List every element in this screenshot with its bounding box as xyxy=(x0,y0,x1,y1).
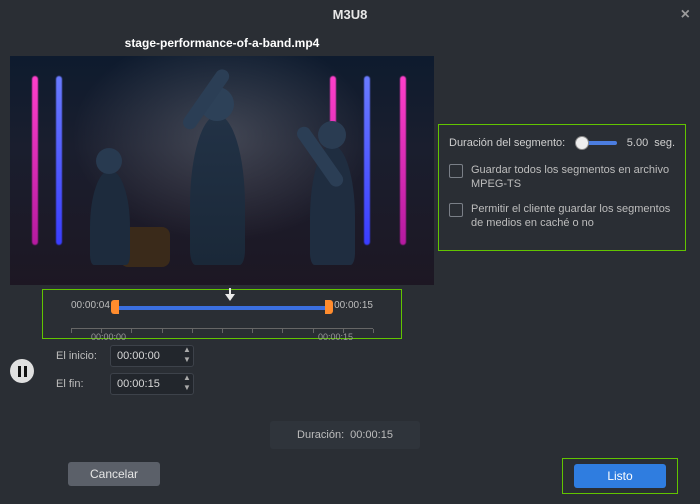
chevron-down-icon[interactable]: ▼ xyxy=(181,356,193,366)
segment-duration-value: 5.00 xyxy=(627,137,648,149)
duration-readout: Duración: 00:00:15 xyxy=(270,421,420,449)
end-time-field[interactable] xyxy=(111,378,181,390)
allow-cache-checkbox[interactable] xyxy=(449,203,463,217)
segment-duration-slider[interactable] xyxy=(575,141,617,145)
total-time-label: 00:00:15 xyxy=(334,300,373,311)
window-title: M3U8 xyxy=(333,7,368,22)
save-mpegts-label: Guardar todos los segmentos en archivo M… xyxy=(471,163,675,192)
start-time-stepper[interactable]: ▲▼ xyxy=(110,345,194,367)
trim-range[interactable] xyxy=(111,306,333,310)
allow-cache-label: Permitir el cliente guardar los segmento… xyxy=(471,202,675,231)
file-name: stage-performance-of-a-band.mp4 xyxy=(6,30,438,56)
segment-settings-panel: Duración del segmento: 5.00 seg. Guardar… xyxy=(438,124,686,251)
segment-duration-label: Duración del segmento: xyxy=(449,137,565,149)
trim-handle-left[interactable] xyxy=(111,300,119,314)
ruler-start-label: 00:00:00 xyxy=(91,332,126,342)
pause-button[interactable] xyxy=(10,359,34,383)
start-time-field[interactable] xyxy=(111,350,181,362)
trim-handle-right[interactable] xyxy=(325,300,333,314)
video-preview[interactable] xyxy=(10,56,434,285)
start-label: El inicio: xyxy=(56,350,102,362)
ok-button[interactable]: Listo xyxy=(574,464,666,488)
duration-label: Duración: xyxy=(297,429,344,441)
slider-knob[interactable] xyxy=(575,136,589,150)
pause-icon xyxy=(18,366,27,377)
video-frame xyxy=(10,56,434,285)
cancel-button[interactable]: Cancelar xyxy=(68,462,160,486)
playhead-icon[interactable] xyxy=(225,294,235,301)
end-time-stepper[interactable]: ▲▼ xyxy=(110,373,194,395)
current-time-label: 00:00:04 xyxy=(71,300,110,311)
chevron-down-icon[interactable]: ▼ xyxy=(181,384,193,394)
ok-button-highlight: Listo xyxy=(562,458,678,494)
ruler-end-label: 00:00:15 xyxy=(318,332,353,342)
save-mpegts-checkbox[interactable] xyxy=(449,164,463,178)
end-label: El fin: xyxy=(56,378,102,390)
timeline-panel: 00:00:04 00:00:15 00:00:00 00:00:15 xyxy=(42,289,402,339)
close-icon[interactable]: × xyxy=(681,0,690,30)
segment-duration-unit: seg. xyxy=(654,137,675,149)
duration-value: 00:00:15 xyxy=(350,429,393,441)
